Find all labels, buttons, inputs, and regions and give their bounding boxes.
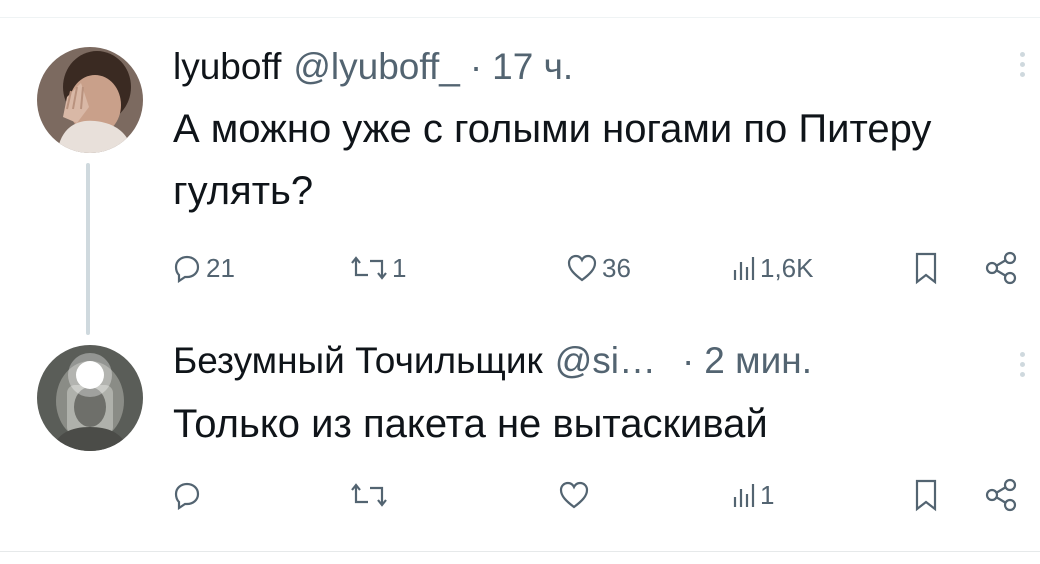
tweet-text: А можно уже с голыми ногами по Питеру гу… (173, 107, 932, 213)
like-count: 36 (602, 252, 631, 283)
timestamp[interactable]: 2 мин. (704, 340, 812, 382)
bookmark-icon (915, 479, 937, 512)
tweet-header: Безумный Точильщик @si… · 2 мин. (173, 340, 812, 382)
reply-count: 21 (206, 252, 235, 283)
more-options-icon[interactable] (1020, 52, 1030, 82)
separator-dot: · (469, 46, 483, 87)
retweet-icon (351, 483, 387, 507)
author-name[interactable]: lyuboff (173, 46, 281, 88)
views-button[interactable]: 1,6K (732, 248, 814, 288)
heart-icon (559, 481, 589, 509)
reply-button[interactable]: 21 (172, 248, 235, 288)
avatar[interactable] (37, 345, 143, 451)
retweet-count: 1 (392, 252, 407, 283)
retweet-icon (351, 256, 387, 280)
views-button[interactable]: 1 (732, 475, 774, 515)
reply-icon (174, 482, 200, 510)
reply-button[interactable] (172, 475, 206, 515)
views-count: 1,6K (760, 252, 814, 283)
heart-icon (567, 254, 597, 282)
more-options-icon[interactable] (1020, 352, 1030, 382)
reply-icon (174, 255, 200, 283)
bookmark-button[interactable] (912, 475, 940, 515)
tweet-text: Только из пакета не вытаскивай (173, 402, 768, 446)
tweet-header: lyuboff @lyuboff_ · 17 ч. (173, 46, 573, 88)
views-icon (733, 257, 755, 280)
tweet-actions: 21 1 36 1,6K (0, 248, 1040, 288)
share-icon (985, 478, 1017, 512)
separator-dot: · (681, 340, 695, 381)
author-handle[interactable]: @lyuboff_ (293, 46, 459, 88)
like-button[interactable] (558, 475, 594, 515)
views-icon (733, 484, 755, 507)
bookmark-icon (915, 252, 937, 285)
tweet-actions: 1 (0, 475, 1040, 515)
bookmark-button[interactable] (912, 248, 940, 288)
share-icon (985, 251, 1017, 285)
bottom-divider (0, 551, 1040, 552)
share-button[interactable] (984, 248, 1018, 288)
top-divider (0, 17, 1040, 18)
retweet-button[interactable]: 1 (350, 248, 406, 288)
avatar[interactable] (37, 47, 143, 153)
views-count: 1 (760, 479, 775, 510)
author-handle[interactable]: @si… (555, 340, 656, 382)
author-name[interactable]: Безумный Точильщик (173, 340, 543, 382)
timestamp[interactable]: 17 ч. (492, 46, 573, 88)
share-button[interactable] (984, 475, 1018, 515)
like-button[interactable]: 36 (566, 248, 631, 288)
retweet-button[interactable] (350, 475, 392, 515)
